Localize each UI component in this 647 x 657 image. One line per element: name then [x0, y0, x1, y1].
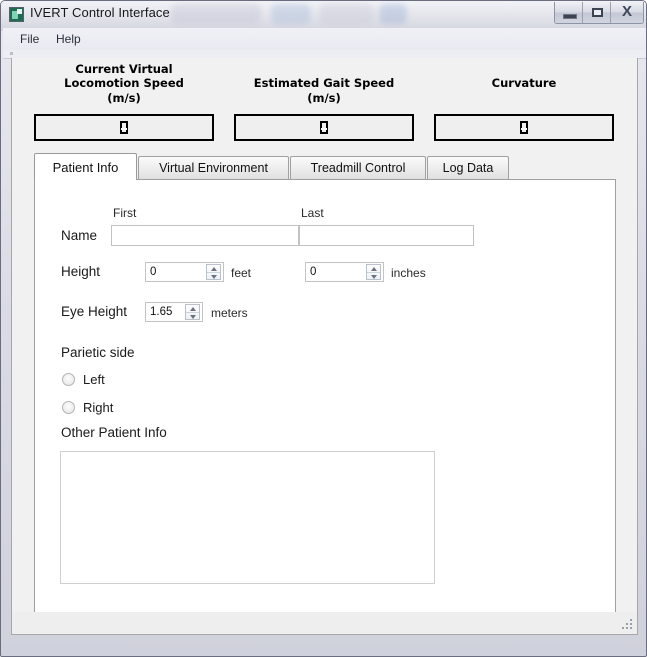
application-window: IVERT Control Interface X File Help Curr… [0, 0, 647, 657]
client-background: Current Virtual Locomotion Speed (m/s) E… [12, 58, 637, 634]
first-name-input[interactable] [111, 225, 299, 246]
eye-height-input[interactable] [146, 303, 186, 321]
tab-label: Log Data [443, 161, 494, 175]
status-strip [11, 612, 638, 635]
readout-units: (m/s) [34, 91, 214, 106]
radio-parietic-right[interactable]: Right [62, 400, 113, 415]
readout-group: Current Virtual Locomotion Speed (m/s) E… [12, 58, 639, 146]
parietic-side-label: Parietic side [61, 345, 135, 360]
readout-label: Current Virtual Locomotion Speed [34, 62, 214, 90]
radio-parietic-left[interactable]: Left [62, 372, 105, 387]
tabpanel-patient-info: First Last Name Height feet [34, 179, 616, 613]
tab-patient-info[interactable]: Patient Info [34, 153, 137, 180]
readout-value-box [34, 114, 214, 141]
radio-label: Left [83, 372, 105, 387]
readout-estimated-gait-speed: Estimated Gait Speed (m/s) [234, 62, 414, 106]
height-inches-stepper[interactable] [305, 262, 384, 282]
readout-current-virtual-locomotion-speed: Current Virtual Locomotion Speed (m/s) [34, 62, 214, 106]
last-name-input[interactable] [299, 225, 474, 246]
tab-label: Patient Info [53, 160, 119, 175]
tab-treadmill-control[interactable]: Treadmill Control [290, 156, 426, 179]
eye-height-stepper[interactable] [145, 302, 203, 322]
chevron-up-icon[interactable] [207, 265, 220, 273]
height-feet-input[interactable] [146, 263, 206, 281]
chevron-up-icon[interactable] [186, 305, 199, 313]
missing-glyph-icon [120, 121, 128, 134]
other-patient-info-textarea[interactable] [60, 451, 435, 584]
missing-glyph-icon [520, 121, 528, 134]
window-title: IVERT Control Interface [30, 5, 170, 20]
name-row-label: Name [61, 228, 97, 243]
resize-grip[interactable] [621, 619, 634, 632]
close-button[interactable]: X [611, 2, 643, 23]
tabstrip: Patient Info Virtual Environment Treadmi… [34, 153, 616, 179]
height-inches-input[interactable] [306, 263, 366, 281]
other-patient-info-label: Other Patient Info [61, 425, 167, 440]
tab-virtual-environment[interactable]: Virtual Environment [138, 156, 289, 179]
readout-curvature: Curvature [434, 62, 614, 91]
maximize-icon [592, 8, 603, 17]
tab-label: Virtual Environment [159, 161, 268, 175]
height-feet-spin-buttons[interactable] [206, 264, 221, 280]
chevron-down-icon[interactable] [186, 313, 199, 320]
tab-log-data[interactable]: Log Data [427, 156, 509, 179]
radio-label: Right [83, 400, 113, 415]
chevron-up-icon[interactable] [367, 265, 380, 273]
minimize-icon [563, 14, 577, 19]
menubar: File Help [3, 28, 646, 51]
readout-label: Curvature [434, 76, 614, 90]
titlebar[interactable]: IVERT Control Interface X [1, 1, 647, 28]
last-name-label: Last [301, 206, 324, 220]
readout-label: Estimated Gait Speed [234, 76, 414, 90]
eye-height-units: meters [211, 306, 248, 320]
readout-units: (m/s) [234, 91, 414, 106]
height-inches-units: inches [391, 266, 426, 280]
chevron-down-icon[interactable] [207, 273, 220, 280]
height-feet-units: feet [231, 266, 251, 280]
readout-value-box [234, 114, 414, 141]
height-feet-stepper[interactable] [145, 262, 224, 282]
minimize-button[interactable] [555, 2, 583, 23]
height-inches-spin-buttons[interactable] [366, 264, 381, 280]
eye-height-spin-buttons[interactable] [185, 304, 200, 320]
menu-item-file[interactable]: File [15, 31, 44, 47]
maximize-button[interactable] [583, 2, 611, 23]
tab-label: Treadmill Control [311, 161, 406, 175]
chevron-down-icon[interactable] [367, 273, 380, 280]
menu-item-help[interactable]: Help [51, 31, 86, 47]
first-name-label: First [113, 206, 136, 220]
readout-value-box [434, 114, 614, 141]
radio-icon[interactable] [62, 401, 75, 414]
eye-height-label: Eye Height [61, 304, 127, 319]
height-label: Height [61, 264, 100, 279]
radio-icon[interactable] [62, 373, 75, 386]
missing-glyph-icon [320, 121, 328, 134]
client-area: Current Virtual Locomotion Speed (m/s) E… [11, 58, 638, 635]
window-controls: X [554, 2, 644, 24]
application-icon [9, 7, 24, 22]
close-icon: X [611, 2, 643, 23]
